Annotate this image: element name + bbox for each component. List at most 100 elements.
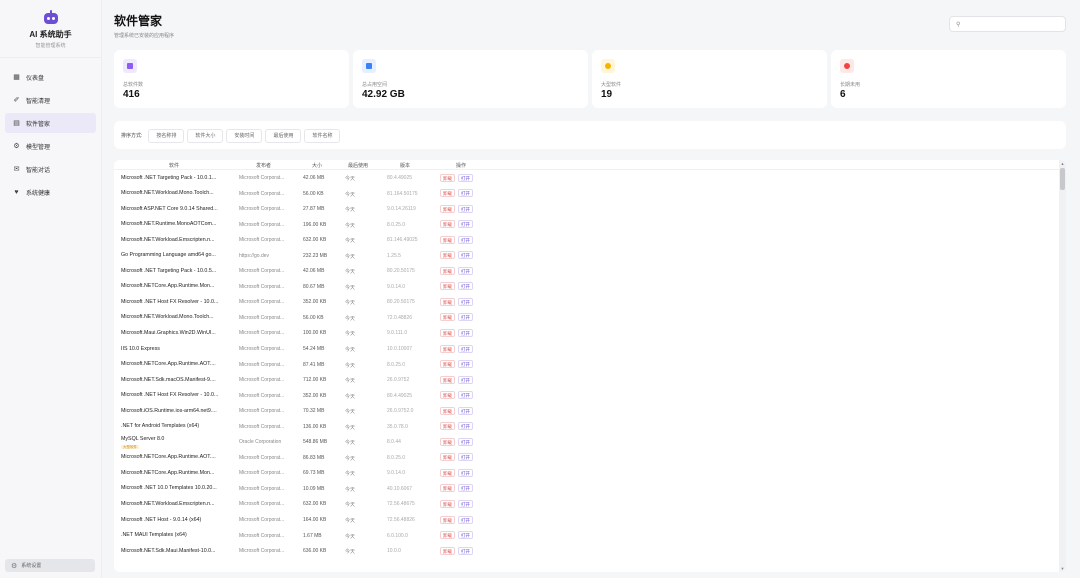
sidebar-item-2[interactable]: ▤ 软件管家 (5, 113, 96, 133)
table-row[interactable]: MySQL Server 8.0 Oracle Corporation 548.86… (114, 434, 1059, 450)
scroll-down-icon[interactable]: ▼ (1060, 566, 1065, 571)
open-button[interactable]: 打开 (458, 173, 473, 182)
open-button[interactable]: 打开 (458, 344, 473, 353)
col-header-publisher[interactable]: 发布者 (256, 162, 271, 169)
uninstall-button[interactable]: 卸载 (440, 422, 455, 431)
uninstall-button[interactable]: 卸载 (440, 173, 455, 182)
uninstall-button[interactable]: 卸载 (440, 235, 455, 244)
table-row[interactable]: Microsoft.NETCore.App.Runtime.Mon... Micr… (114, 465, 1059, 481)
uninstall-button[interactable]: 卸载 (440, 546, 455, 555)
open-button[interactable]: 打开 (458, 313, 473, 322)
scroll-up-icon[interactable]: ▲ (1060, 161, 1065, 166)
sidebar-item-4[interactable]: ✉ 智能对话 (5, 159, 96, 179)
table-row[interactable]: Microsoft.Maui.Graphics.Win2D.WinUI... Mi… (114, 325, 1059, 341)
table-row[interactable]: Microsoft .NET Targeting Pack - 10.0.1..… (114, 170, 1059, 186)
software-name: .NET MAUI Templates (x64) (121, 532, 187, 539)
uninstall-button[interactable]: 卸载 (440, 375, 455, 384)
open-button[interactable]: 打开 (458, 375, 473, 384)
table-row[interactable]: Microsoft.NETCore.App.Runtime.Mon... Micr… (114, 279, 1059, 295)
table-row[interactable]: .NET for Android Templates (x64) Microsof… (114, 419, 1059, 435)
scroll-thumb[interactable] (1060, 168, 1065, 190)
sidebar-item-1[interactable]: ✐ 智能清理 (5, 90, 96, 110)
sort-option[interactable]: 按名称排 (148, 128, 185, 143)
table-row[interactable]: Microsoft .NET 10.0 Templates 10.0.20...… (114, 481, 1059, 497)
open-button[interactable]: 打开 (458, 391, 473, 400)
open-button[interactable]: 打开 (458, 266, 473, 275)
table-row[interactable]: Microsoft.NETCore.App.Runtime.AOT.... Mic… (114, 357, 1059, 373)
sidebar-item-0[interactable]: ▦ 仪表盘 (5, 67, 96, 87)
col-header-software[interactable]: 软件 (169, 162, 179, 169)
table-row[interactable]: Microsoft.NET.Workload.Mono.Toolch... Mic… (114, 186, 1059, 202)
sort-bar: 排序方式: 按名称排 软件大小 安装时间 最后使用 软件名称 (114, 121, 1066, 149)
open-button[interactable]: 打开 (458, 282, 473, 291)
sort-option[interactable]: 软件名称 (304, 128, 341, 143)
system-settings-button[interactable]: ⚙ 系统设置 (5, 559, 95, 572)
open-button[interactable]: 打开 (458, 204, 473, 213)
table-row[interactable]: Microsoft .NET Host FX Resolver - 10.0..… (114, 388, 1059, 404)
table-row[interactable]: Microsoft.NET.Runtime.MonoAOTCom... Micro… (114, 217, 1059, 233)
uninstall-button[interactable]: 卸载 (440, 484, 455, 493)
sort-option[interactable]: 最后使用 (265, 128, 302, 143)
col-header-version[interactable]: 版本 (400, 162, 410, 169)
sort-option[interactable]: 软件大小 (187, 128, 224, 143)
table-scrollbar[interactable]: ▲ ▼ (1059, 160, 1066, 572)
table-row[interactable]: IIS 10.0 Express Microsoft Corporat... 54.… (114, 341, 1059, 357)
open-button[interactable]: 打开 (458, 531, 473, 540)
uninstall-button[interactable]: 卸载 (440, 468, 455, 477)
open-button[interactable]: 打开 (458, 422, 473, 431)
open-button[interactable]: 打开 (458, 297, 473, 306)
col-header-size[interactable]: 大小 (312, 162, 322, 169)
table-row[interactable]: Microsoft.NET.Sdk.Maui.Manifest-10.0... M… (114, 543, 1059, 559)
uninstall-button[interactable]: 卸载 (440, 437, 455, 446)
open-button[interactable]: 打开 (458, 468, 473, 477)
open-button[interactable]: 打开 (458, 437, 473, 446)
uninstall-button[interactable]: 卸载 (440, 189, 455, 198)
table-row[interactable]: Microsoft .NET Targeting Pack - 10.0.5..… (114, 263, 1059, 279)
search-input[interactable]: ⚲ (949, 16, 1066, 32)
sidebar-item-5[interactable]: ♥ 系统健康 (5, 182, 96, 202)
open-button[interactable]: 打开 (458, 484, 473, 493)
uninstall-button[interactable]: 卸载 (440, 220, 455, 229)
table-row[interactable]: Microsoft ASP.NET Core 9.0.14 Shared... M… (114, 201, 1059, 217)
open-button[interactable]: 打开 (458, 251, 473, 260)
uninstall-button[interactable]: 卸载 (440, 360, 455, 369)
open-button[interactable]: 打开 (458, 360, 473, 369)
table-row[interactable]: Microsoft.NET.Workload.Mono.Toolch... Mic… (114, 310, 1059, 326)
open-button[interactable]: 打开 (458, 189, 473, 198)
open-button[interactable]: 打开 (458, 406, 473, 415)
table-row[interactable]: .NET MAUI Templates (x64) Microsoft Corpo… (114, 528, 1059, 544)
sidebar-item-3[interactable]: ⚙ 模型管理 (5, 136, 96, 156)
uninstall-button[interactable]: 卸载 (440, 313, 455, 322)
table-row[interactable]: Microsoft .NET Host FX Resolver - 10.0..… (114, 294, 1059, 310)
uninstall-button[interactable]: 卸载 (440, 406, 455, 415)
uninstall-button[interactable]: 卸载 (440, 251, 455, 260)
open-button[interactable]: 打开 (458, 546, 473, 555)
sort-option[interactable]: 安装时间 (226, 128, 263, 143)
table-row[interactable]: Microsoft.NETCore.App.Runtime.AOT.... Mic… (114, 450, 1059, 466)
uninstall-button[interactable]: 卸载 (440, 297, 455, 306)
uninstall-button[interactable]: 卸载 (440, 328, 455, 337)
table-row[interactable]: Microsoft.NET.Workload.Emscripten.n... Mi… (114, 496, 1059, 512)
open-button[interactable]: 打开 (458, 453, 473, 462)
uninstall-button[interactable]: 卸载 (440, 204, 455, 213)
uninstall-button[interactable]: 卸载 (440, 515, 455, 524)
uninstall-button[interactable]: 卸载 (440, 531, 455, 540)
open-button[interactable]: 打开 (458, 220, 473, 229)
uninstall-button[interactable]: 卸载 (440, 499, 455, 508)
uninstall-button[interactable]: 卸载 (440, 266, 455, 275)
uninstall-button[interactable]: 卸载 (440, 282, 455, 291)
table-row[interactable]: Microsoft.iOS.Runtime.ios-arm64.net9....… (114, 403, 1059, 419)
col-header-last-used[interactable]: 最后使用 (348, 162, 368, 169)
table-row[interactable]: Microsoft.NET.Workload.Emscripten.n... Mi… (114, 232, 1059, 248)
table-row[interactable]: Microsoft.NET.Sdk.macOS.Manifest-9.... Mi… (114, 372, 1059, 388)
uninstall-button[interactable]: 卸载 (440, 391, 455, 400)
software-name: Microsoft.NETCore.App.Runtime.AOT.... (121, 454, 216, 461)
open-button[interactable]: 打开 (458, 515, 473, 524)
table-row[interactable]: Go Programming Language amd64 go... https… (114, 248, 1059, 264)
uninstall-button[interactable]: 卸载 (440, 344, 455, 353)
open-button[interactable]: 打开 (458, 328, 473, 337)
open-button[interactable]: 打开 (458, 235, 473, 244)
uninstall-button[interactable]: 卸载 (440, 453, 455, 462)
open-button[interactable]: 打开 (458, 499, 473, 508)
table-row[interactable]: Microsoft .NET Host - 9.0.14 (x64) Micros… (114, 512, 1059, 528)
